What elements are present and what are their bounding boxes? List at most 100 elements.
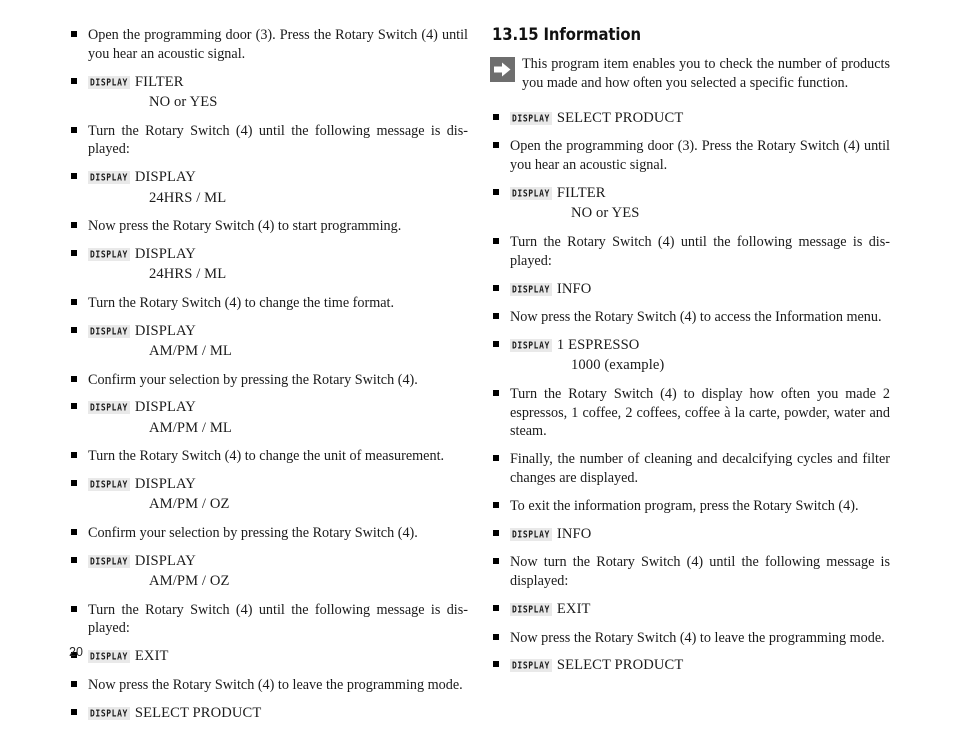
bullet-square-icon — [493, 455, 499, 462]
instruction-text: Confirm your selection by pressing the R… — [88, 524, 418, 541]
instruction-item: Now press the Rotary Switch (4) to leave… — [490, 629, 890, 648]
display-message-line: DISPLAY EXIT — [88, 647, 468, 666]
bullet-square-icon — [71, 708, 77, 715]
bullet-square-icon — [71, 375, 77, 382]
bullet-square-icon — [71, 222, 77, 229]
display-value: EXIT — [134, 648, 169, 665]
display-badge-wrapper: DISPLAY — [88, 75, 135, 89]
instruction-item: Turn the Rotary Switch (4) to change the… — [68, 294, 468, 313]
instruction-text: Now turn the Rotary Switch (4) until the… — [510, 554, 890, 590]
left-column: Open the programming door (3). Press the… — [68, 26, 468, 732]
display-badge: DISPLAY — [88, 75, 130, 89]
display-sub-value: AM/PM / ML — [149, 343, 232, 360]
display-value: EXIT — [556, 601, 591, 618]
display-message-item: DISPLAY EXIT — [490, 600, 890, 619]
display-value: 1 ESPRESSO — [556, 336, 640, 353]
instruction-text: Open the programming door (3). Press the… — [510, 138, 890, 174]
display-value: SELECT PRODUCT — [556, 109, 684, 126]
bullet-square-icon — [493, 313, 499, 320]
bullet-square-icon — [493, 340, 499, 347]
bullet-square-icon — [493, 113, 499, 120]
display-message-item: DISPLAY DISPLAY AM/PM / ML — [68, 322, 468, 362]
intro-note-text: This program item enables you to check t… — [522, 56, 890, 92]
display-message-line: DISPLAY SELECT PRODUCT — [88, 704, 468, 723]
instruction-text: Turn the Rotary Switch (4) until the fol… — [88, 122, 468, 158]
display-badge-wrapper: DISPLAY — [510, 602, 557, 617]
display-badge-wrapper: DISPLAY — [510, 282, 557, 296]
display-value: DISPLAY — [134, 476, 196, 493]
display-sub-value: 24HRS / ML — [149, 266, 227, 283]
instruction-item: Turn the Rotary Switch (4) to change the… — [68, 447, 468, 466]
display-badge-wrapper: DISPLAY — [510, 111, 557, 125]
instruction-item: Confirm your selection by pressing the R… — [68, 524, 468, 543]
display-message-item: DISPLAY SELECT PRODUCT — [68, 704, 468, 723]
display-badge-wrapper: DISPLAY — [88, 706, 135, 720]
display-badge-wrapper: DISPLAY — [510, 658, 557, 673]
instruction-item: Finally, the number of cleaning and deca… — [490, 450, 890, 488]
display-message-line: DISPLAY DISPLAY — [88, 475, 468, 494]
display-badge: DISPLAY — [510, 659, 552, 673]
display-message-line: DISPLAY INFO — [510, 525, 890, 544]
display-message-item: DISPLAY SELECT PRODUCT — [490, 656, 890, 675]
display-message-line: DISPLAY SELECT PRODUCT — [510, 109, 890, 128]
display-value: DISPLAY — [134, 169, 196, 186]
bullet-square-icon — [71, 480, 77, 487]
display-message-item: DISPLAY 1 ESPRESSO 1000 (example) — [490, 336, 890, 376]
display-badge: DISPLAY — [88, 650, 130, 664]
instruction-item: Confirm your selection by pressing the R… — [68, 371, 468, 390]
display-badge-wrapper: DISPLAY — [88, 649, 135, 664]
display-badge: DISPLAY — [510, 282, 552, 296]
display-message-item: DISPLAY FILTER NO or YES — [490, 184, 890, 224]
left-column-instruction-list: Open the programming door (3). Press the… — [68, 26, 468, 723]
bullet-square-icon — [71, 528, 77, 535]
display-sub-value: 24HRS / ML — [149, 189, 227, 206]
instruction-item: Now turn the Rotary Switch (4) until the… — [490, 553, 890, 591]
bullet-square-icon — [493, 529, 499, 536]
right-column-instruction-list: DISPLAY SELECT PRODUCT Open the programmin… — [490, 109, 890, 676]
instruction-text: Finally, the number of cleaning and deca… — [510, 451, 890, 487]
bullet-square-icon — [71, 680, 77, 687]
intro-note: This program item enables you to check t… — [490, 55, 890, 93]
display-badge: DISPLAY — [88, 324, 130, 338]
bullet-square-icon — [71, 556, 77, 563]
display-message-item: DISPLAY DISPLAY AM/PM / OZ — [68, 475, 468, 515]
instruction-text: Now press the Rotary Switch (4) to leave… — [510, 629, 885, 646]
display-message-line: DISPLAY EXIT — [510, 600, 890, 619]
display-badge: DISPLAY — [510, 338, 552, 352]
display-value: SELECT PRODUCT — [134, 704, 262, 721]
display-value: DISPLAY — [134, 246, 196, 262]
display-message-line: DISPLAY DISPLAY — [88, 322, 468, 341]
display-badge-wrapper: DISPLAY — [88, 400, 135, 415]
instruction-text: Confirm your selection by pressing the R… — [88, 371, 418, 388]
bullet-square-icon — [493, 605, 499, 612]
display-badge-wrapper: DISPLAY — [88, 554, 135, 568]
instruction-item: Turn the Rotary Switch (4) until the fol… — [490, 233, 890, 271]
display-message-item: DISPLAY EXIT — [68, 647, 468, 666]
display-value: SELECT PRODUCT — [556, 657, 684, 674]
instruction-item: Turn the Rotary Switch (4) until the fol… — [68, 122, 468, 160]
bullet-square-icon — [493, 661, 499, 668]
bullet-square-icon — [71, 77, 77, 84]
section-heading: 13.15 Information — [492, 25, 641, 44]
display-sub-value: AM/PM / OZ — [149, 573, 230, 590]
display-message-item: DISPLAY DISPLAY 24HRS / ML — [68, 245, 468, 285]
display-badge: DISPLAY — [510, 603, 552, 617]
display-badge: DISPLAY — [510, 111, 552, 125]
bullet-square-icon — [493, 389, 499, 396]
display-badge: DISPLAY — [88, 554, 130, 568]
display-badge-wrapper: DISPLAY — [88, 247, 135, 261]
bullet-square-icon — [71, 298, 77, 305]
display-message-item: DISPLAY DISPLAY AM/PM / OZ — [68, 552, 468, 592]
display-badge: DISPLAY — [510, 187, 552, 201]
bullet-square-icon — [71, 452, 77, 459]
bullet-square-icon — [71, 250, 77, 256]
display-message-line: DISPLAY DISPLAY — [88, 168, 468, 187]
instruction-item: Open the programming door (3). Press the… — [68, 26, 468, 64]
display-value: FILTER — [556, 185, 606, 202]
instruction-item: Turn the Rotary Switch (4) to display ho… — [490, 385, 890, 442]
bullet-square-icon — [493, 284, 499, 291]
instruction-text: Now press the Rotary Switch (4) to acces… — [510, 309, 882, 326]
display-value: INFO — [556, 525, 592, 542]
display-badge: DISPLAY — [510, 527, 552, 541]
display-message-line: DISPLAY FILTER — [510, 184, 890, 203]
